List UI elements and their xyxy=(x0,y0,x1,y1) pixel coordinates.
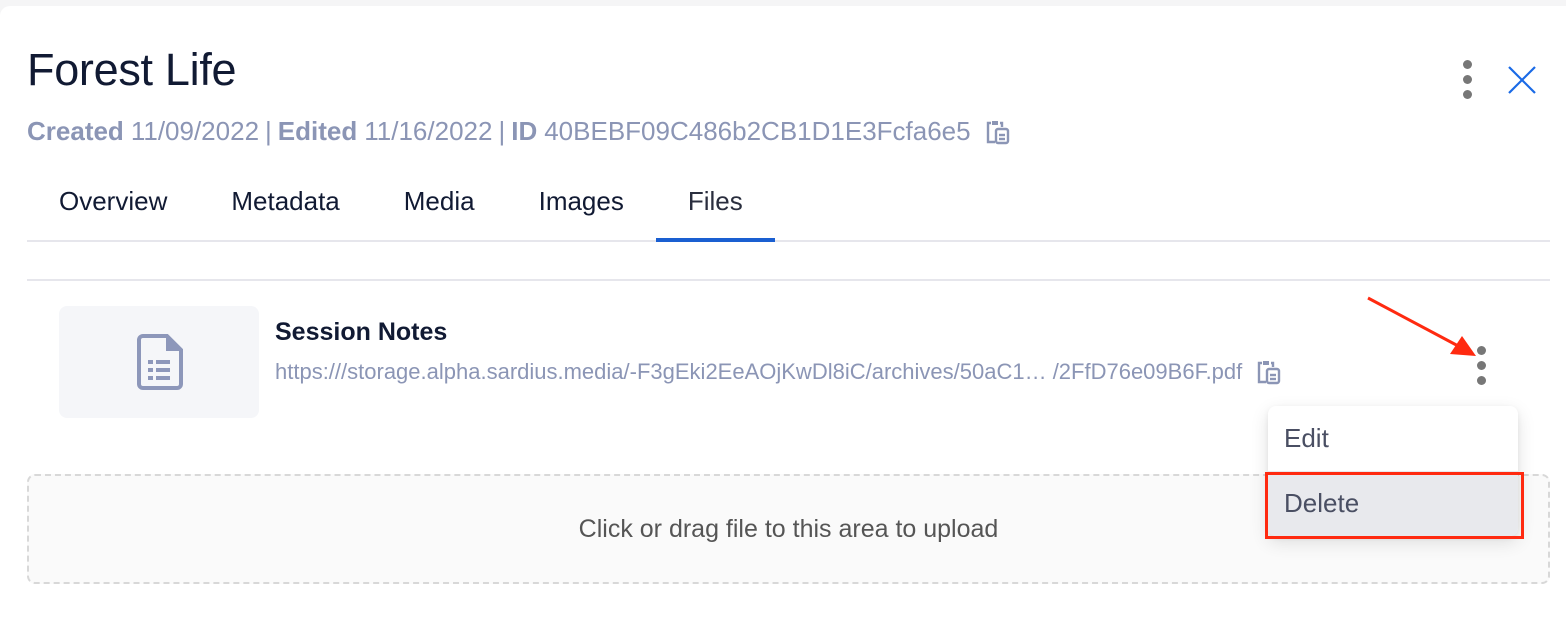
file-url: https:///storage.alpha.sardius.media/-F3… xyxy=(275,359,1243,384)
edited-value: 11/16/2022 xyxy=(364,116,493,146)
file-detail-panel: Forest Life Created 11/09/2022 | Edited … xyxy=(0,6,1566,634)
file-list-item: Session Notes https:///storage.alpha.sar… xyxy=(59,306,1529,418)
tab-metadata[interactable]: Metadata xyxy=(199,178,371,240)
close-icon xyxy=(1508,65,1536,94)
page-title: Forest Life xyxy=(27,44,237,95)
copy-id-icon[interactable] xyxy=(983,118,1011,146)
file-context-menu: Edit Delete xyxy=(1268,406,1518,536)
header-actions xyxy=(1459,58,1538,101)
kebab-dot xyxy=(1463,60,1472,69)
id-value: 40BEBF09C486b2CB1D1E3Fcfa6e5 xyxy=(544,116,971,146)
tab-bar: Overview Metadata Media Images Files xyxy=(27,178,1550,242)
tab-overview[interactable]: Overview xyxy=(27,178,199,240)
document-list-icon xyxy=(137,334,183,390)
upload-instructions: Click or drag file to this area to uploa… xyxy=(578,514,999,543)
menu-item-delete[interactable]: Delete xyxy=(1268,471,1518,536)
kebab-dot xyxy=(1477,346,1486,355)
meta-separator: | xyxy=(265,116,272,146)
close-button[interactable] xyxy=(1506,64,1538,96)
kebab-dot xyxy=(1463,90,1472,99)
file-url-row: https:///storage.alpha.sardius.media/-F3… xyxy=(275,358,1282,386)
more-options-button[interactable] xyxy=(1459,58,1476,101)
kebab-dot xyxy=(1477,361,1486,370)
file-thumbnail[interactable] xyxy=(59,306,259,418)
tab-media[interactable]: Media xyxy=(372,178,507,240)
tab-files[interactable]: Files xyxy=(655,178,775,242)
copy-url-icon[interactable] xyxy=(1254,358,1282,386)
record-meta: Created 11/09/2022 | Edited 11/16/2022 |… xyxy=(27,116,1011,147)
created-label: Created xyxy=(27,116,124,146)
created-value: 11/09/2022 xyxy=(130,116,260,146)
edited-label: Edited xyxy=(277,116,358,146)
kebab-dot xyxy=(1477,376,1486,385)
meta-separator: | xyxy=(498,116,506,146)
file-name: Session Notes xyxy=(275,318,448,346)
id-label: ID xyxy=(511,116,538,146)
section-divider xyxy=(27,279,1550,281)
kebab-dot xyxy=(1463,75,1472,84)
tab-images[interactable]: Images xyxy=(507,178,656,240)
file-options-button[interactable] xyxy=(1473,344,1490,387)
menu-item-edit[interactable]: Edit xyxy=(1268,406,1518,471)
